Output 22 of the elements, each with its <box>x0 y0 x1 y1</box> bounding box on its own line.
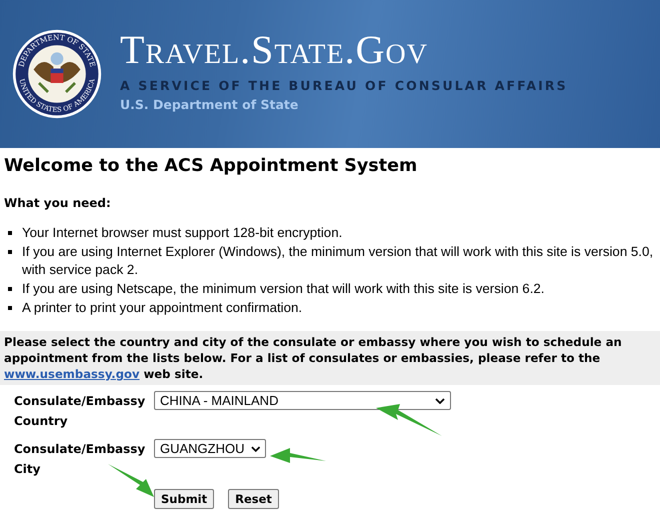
requirement-text: A printer to print your appointment confirmation. <box>22 299 302 317</box>
department-name: U.S. Department of State <box>120 97 300 112</box>
instructions-text: Please select the country and city of the consulate or embassy where you wish to schedule an appointment from the lists below. For a list of consulates or embassies, please refer to the www.usembassy.gov web site. <box>0 331 660 385</box>
tagline: A SERVICE OF THE BUREAU OF CONSULAR AFFAIRS <box>120 78 568 93</box>
chevron-icon <box>435 398 445 404</box>
chevron-icon <box>250 446 260 452</box>
field-label: Consulate/Embassy Country <box>14 393 146 430</box>
section-title: What you need: <box>4 196 112 210</box>
usembassy-link[interactable]: www.usembassy.gov <box>4 367 140 381</box>
requirement-text: Your Internet browser must support 128-bit encryption. <box>22 224 342 242</box>
arrow-annotation <box>108 464 154 497</box>
page-heading: Welcome to the ACS Appointment System <box>4 155 418 178</box>
site-title: Travel.State.Gov <box>120 28 429 72</box>
dropdown[interactable]: GUANGZHOU <box>154 439 266 458</box>
requirement-text: If you are using Internet Explorer (Windows), the minimum version that will work with this site is version 5.0, with service pack 2. <box>22 243 654 279</box>
form-button[interactable]: Reset <box>228 489 279 509</box>
dropdown[interactable]: CHINA - MAINLAND <box>154 391 451 410</box>
requirement-text: If you are using Netscape, the minimum version that will work with this site is version 6.2. <box>22 280 544 298</box>
arrow-annotation <box>270 448 326 463</box>
arrow-annotation <box>376 404 442 436</box>
form-button[interactable]: Submit <box>154 489 214 509</box>
field-label: Consulate/Embassy City <box>14 441 146 478</box>
